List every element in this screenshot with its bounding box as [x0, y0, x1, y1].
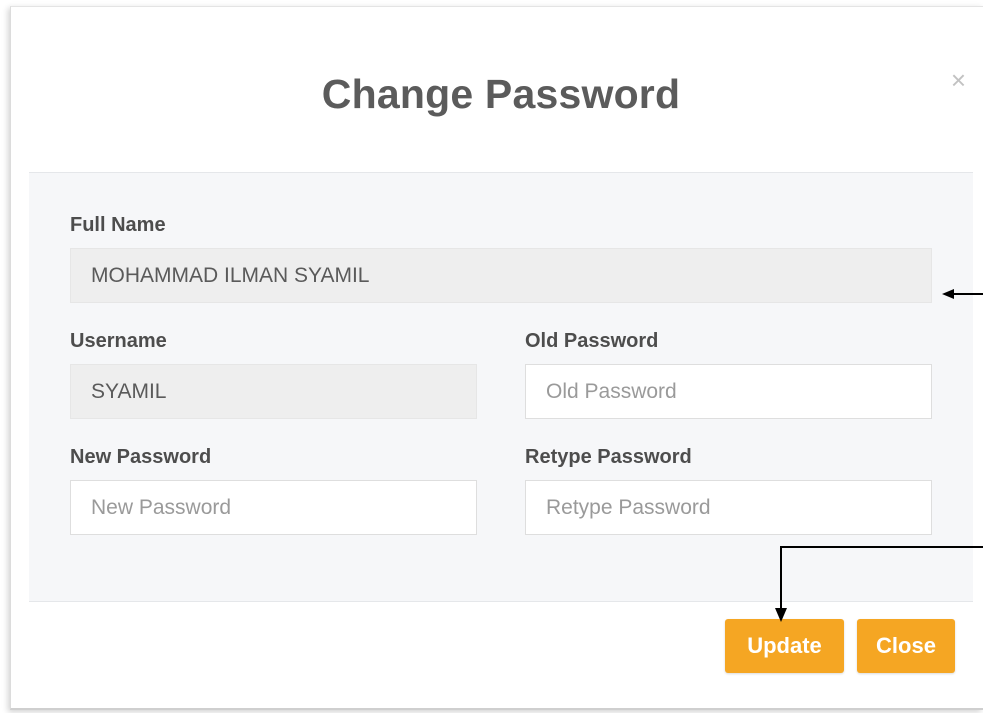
old-password-field[interactable]: [525, 364, 932, 419]
new-password-label: New Password: [70, 446, 212, 468]
old-password-label: Old Password: [525, 330, 659, 352]
full-name-field[interactable]: [70, 248, 932, 303]
full-name-label: Full Name: [70, 214, 166, 236]
new-password-field[interactable]: [70, 480, 477, 535]
change-password-modal: Change Password × Full Name Username Old…: [10, 6, 983, 710]
update-button[interactable]: Update: [725, 619, 844, 673]
close-button[interactable]: Close: [857, 619, 955, 673]
close-icon[interactable]: ×: [951, 65, 966, 96]
modal-header: Change Password ×: [29, 7, 973, 173]
modal-body: Full Name Username Old Password New Pass…: [29, 173, 973, 602]
username-field[interactable]: [70, 364, 477, 419]
username-label: Username: [70, 330, 167, 352]
retype-password-field[interactable]: [525, 480, 932, 535]
modal-title: Change Password: [321, 71, 681, 117]
retype-password-label: Retype Password: [525, 446, 692, 468]
